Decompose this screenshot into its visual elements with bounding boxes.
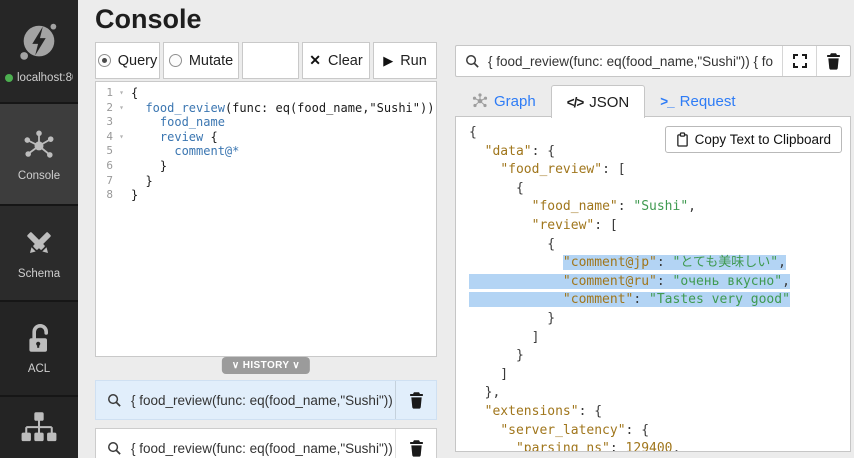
delete-history-button[interactable] bbox=[395, 381, 436, 419]
history-item[interactable]: { food_review(func: eq(food_name,"Sushi"… bbox=[95, 380, 437, 420]
graph-network-icon bbox=[20, 127, 58, 163]
cluster-icon bbox=[20, 411, 58, 445]
run-play-icon: ▶ bbox=[383, 53, 393, 69]
query-editor[interactable]: 1▾2▾34▾5678 { food_review(func: eq(food_… bbox=[95, 81, 437, 357]
fold-caret-icon: ▾ bbox=[119, 86, 124, 101]
sidebar-item-label: Schema bbox=[18, 268, 60, 280]
history-query-text: { food_review(func: eq(food_name,"Sushi"… bbox=[131, 393, 395, 408]
tab-json[interactable]: </> JSON bbox=[551, 85, 646, 118]
query-label: Query bbox=[118, 53, 158, 69]
page-title: Console bbox=[95, 4, 202, 35]
history-toggle[interactable]: ∨ HISTORY ∨ bbox=[222, 357, 310, 374]
tab-request[interactable]: >_ Request bbox=[645, 85, 750, 117]
clear-results-button[interactable] bbox=[816, 46, 850, 76]
sidebar-item-label: ACL bbox=[28, 363, 50, 375]
toolbar-spacer bbox=[242, 42, 299, 79]
query-panel: Query Mutate ✕ Clear ▶ Run 1▾2▾34▾5678 {… bbox=[95, 42, 437, 458]
copy-to-clipboard-button[interactable]: Copy Text to Clipboard bbox=[665, 126, 842, 153]
radio-unselected-icon bbox=[169, 54, 182, 67]
sidebar: localhost:8080 Console Schema bbox=[0, 0, 78, 458]
results-searchbar: { food_review(func: eq(food_name,"Sushi"… bbox=[455, 45, 851, 77]
sidebar-item-label: localhost:8080 bbox=[17, 72, 73, 84]
fullscreen-button[interactable] bbox=[782, 46, 816, 76]
sidebar-item-cluster[interactable] bbox=[0, 397, 78, 458]
sidebar-item-schema[interactable]: Schema bbox=[0, 206, 78, 300]
clear-label: Clear bbox=[328, 53, 363, 69]
json-output[interactable]: { "data": { "food_review": [ { "food_nam… bbox=[456, 117, 850, 452]
mutate-label: Mutate bbox=[189, 53, 233, 69]
trash-icon bbox=[408, 439, 425, 457]
tab-label: Graph bbox=[494, 93, 536, 110]
editor-code[interactable]: { food_review(func: eq(food_name,"Sushi"… bbox=[126, 82, 437, 356]
history-query-text: { food_review(func: eq(food_name,"Sushi"… bbox=[131, 441, 395, 456]
terminal-icon: >_ bbox=[660, 94, 673, 109]
results-panel: { food_review(func: eq(food_name,"Sushi"… bbox=[455, 45, 851, 458]
sidebar-item-label: Console bbox=[18, 170, 60, 182]
delete-history-button[interactable] bbox=[395, 429, 436, 458]
search-icon bbox=[465, 54, 480, 69]
clipboard-icon bbox=[676, 132, 689, 147]
tab-label: JSON bbox=[589, 94, 629, 111]
run-label: Run bbox=[400, 53, 427, 69]
query-radio-button[interactable]: Query bbox=[95, 42, 160, 79]
result-query-text: { food_review(func: eq(food_name,"Sushi"… bbox=[488, 54, 773, 69]
query-toolbar: Query Mutate ✕ Clear ▶ Run bbox=[95, 42, 437, 79]
tab-label: Request bbox=[680, 93, 736, 110]
mutate-radio-button[interactable]: Mutate bbox=[163, 42, 239, 79]
schema-pencils-icon bbox=[22, 227, 56, 261]
history-item[interactable]: { food_review(func: eq(food_name,"Sushi"… bbox=[95, 428, 437, 458]
results-tabs: Graph </> JSON >_ Request bbox=[455, 85, 751, 117]
json-result-panel: Copy Text to Clipboard { "data": { "food… bbox=[455, 116, 851, 452]
search-icon bbox=[107, 441, 122, 456]
sidebar-item-console[interactable]: Console bbox=[0, 104, 78, 204]
fullscreen-icon bbox=[792, 53, 808, 69]
clear-x-icon: ✕ bbox=[309, 52, 321, 69]
graph-icon bbox=[472, 93, 488, 109]
trash-icon bbox=[408, 391, 425, 409]
fold-caret-icon: ▾ bbox=[119, 130, 124, 145]
search-icon bbox=[107, 393, 122, 408]
sidebar-item-localhost[interactable]: localhost:8080 bbox=[0, 0, 78, 102]
tab-graph[interactable]: Graph bbox=[457, 85, 551, 117]
run-button[interactable]: ▶ Run bbox=[373, 42, 437, 79]
editor-line-gutter[interactable]: 1▾2▾34▾5678 bbox=[96, 82, 126, 356]
result-query-input[interactable]: { food_review(func: eq(food_name,"Sushi"… bbox=[456, 46, 782, 76]
code-icon: </> bbox=[567, 95, 584, 110]
status-dot bbox=[5, 74, 13, 82]
fold-caret-icon: ▾ bbox=[119, 101, 124, 116]
trash-icon bbox=[825, 52, 842, 70]
clear-button[interactable]: ✕ Clear bbox=[302, 42, 370, 79]
dgraph-logo-icon bbox=[16, 19, 62, 65]
radio-selected-icon bbox=[98, 54, 111, 67]
acl-lock-icon bbox=[23, 322, 55, 356]
copy-button-label: Copy Text to Clipboard bbox=[695, 132, 831, 147]
sidebar-item-acl[interactable]: ACL bbox=[0, 302, 78, 395]
